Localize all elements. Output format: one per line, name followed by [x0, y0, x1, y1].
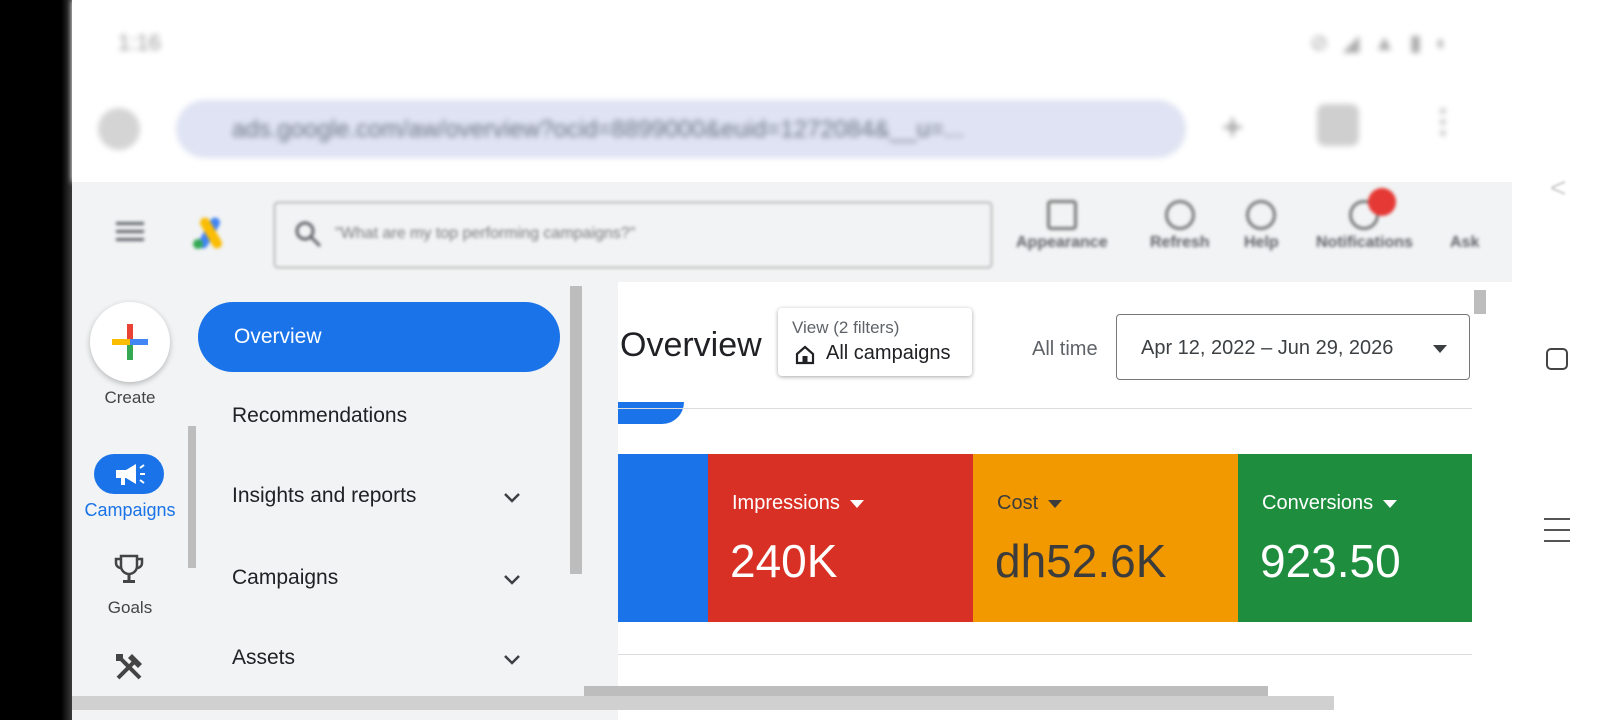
filter-count-label: View (2 filters)	[792, 318, 900, 337]
caret-down-icon	[1383, 499, 1398, 508]
address-bar[interactable]: ads.google.com/aw/overview?ocid=8899000&…	[176, 100, 1186, 158]
scorecard-conversions[interactable]: Conversions 923.50	[1238, 454, 1472, 622]
goals-rail-label[interactable]: Goals	[72, 598, 188, 618]
scorecard-value: 923.50	[1260, 535, 1401, 587]
vertical-scrollbar[interactable]	[1474, 290, 1486, 314]
campaigns-rail-label: Campaigns	[84, 500, 176, 520]
notifications-label: Notifications	[1316, 234, 1413, 251]
url-text: ads.google.com/aw/overview?ocid=8899000&…	[232, 116, 964, 143]
main-content: Overview View (2 filters) All campaigns …	[584, 282, 1512, 720]
partial-chip[interactable]	[618, 402, 684, 424]
scorecard-label[interactable]: Conversions	[1262, 492, 1398, 515]
scorecard-value: 240K	[730, 535, 838, 587]
filter-value: All campaigns	[826, 342, 951, 364]
help-button[interactable]: Help	[1244, 200, 1279, 252]
plus-icon	[112, 324, 148, 360]
date-preset-label: All time	[1032, 338, 1098, 360]
appearance-button[interactable]: Appearance	[1016, 200, 1108, 252]
chevron-down-icon[interactable]	[500, 648, 524, 672]
browser-chrome: 1:16 ⊘ ◢ ▲ ▮ ◐ ads.google.com/aw/overvie…	[72, 0, 1512, 182]
menu-lines-icon[interactable]	[1544, 518, 1570, 551]
hamburger-menu-icon[interactable]	[116, 222, 144, 242]
nav-item-campaigns[interactable]: Campaigns	[232, 566, 338, 590]
nav-item-assets[interactable]: Assets	[232, 646, 295, 670]
chevron-down-icon[interactable]	[500, 486, 524, 510]
nav-scrollbar[interactable]	[570, 286, 582, 574]
scorecard-label[interactable]: Cost	[997, 492, 1063, 515]
right-gutter: <	[1512, 0, 1600, 720]
app-topbar: "What are my top performing campaigns?" …	[72, 182, 1512, 282]
scorecard-clicks[interactable]	[618, 454, 708, 622]
refresh-icon	[1164, 200, 1195, 230]
status-icons: ⊘ ◢ ▲ ▮ ◐	[1310, 30, 1453, 55]
nav-item-insights[interactable]: Insights and reports	[232, 484, 416, 508]
help-icon	[1246, 200, 1277, 230]
ads-app: "What are my top performing campaigns?" …	[72, 182, 1512, 720]
tools-icon[interactable]	[112, 650, 146, 684]
page-title: Overview	[620, 326, 762, 364]
divider	[618, 654, 1472, 655]
date-range-picker[interactable]: Apr 12, 2022 – Jun 29, 2026	[1116, 314, 1470, 380]
google-ads-logo[interactable]	[190, 216, 230, 250]
campaigns-rail-button[interactable]	[94, 454, 164, 494]
caret-down-icon	[1433, 345, 1447, 353]
search-icon	[295, 221, 322, 248]
status-time: 1:16	[118, 30, 161, 55]
rail-scrollbar[interactable]	[188, 426, 196, 568]
new-tab-button[interactable]: +	[1222, 106, 1243, 148]
ask-button[interactable]: Ask	[1450, 200, 1510, 252]
scorecard-cost[interactable]: Cost dh52.6K	[973, 454, 1238, 622]
caret-down-icon	[849, 499, 864, 508]
scorecard-impressions[interactable]: Impressions 240K	[708, 454, 973, 622]
appearance-label: Appearance	[1016, 234, 1108, 251]
home-icon	[795, 345, 815, 365]
notifications-button[interactable]: Notifications	[1316, 200, 1413, 252]
appearance-icon	[1046, 200, 1077, 230]
site-info-icon[interactable]	[98, 108, 140, 150]
chevron-down-icon[interactable]	[500, 568, 524, 592]
trophy-icon[interactable]	[112, 552, 146, 586]
scorecard-label[interactable]: Impressions	[732, 492, 864, 515]
scorecards: Impressions 240K Cost dh52.6K Conversion…	[618, 454, 1472, 622]
tab-switcher-button[interactable]	[1317, 104, 1359, 146]
date-range-text: Apr 12, 2022 – Jun 29, 2026	[1141, 337, 1394, 359]
search-box[interactable]: "What are my top performing campaigns?"	[274, 202, 992, 268]
help-label: Help	[1244, 234, 1279, 251]
ask-label: Ask	[1450, 234, 1480, 251]
page-horizontal-scrollbar[interactable]	[72, 696, 1334, 710]
view-filter-button[interactable]: View (2 filters) All campaigns	[778, 308, 972, 376]
scorecard-value: dh52.6K	[995, 535, 1167, 587]
divider	[618, 408, 1472, 409]
megaphone-icon	[116, 464, 145, 485]
create-label: Create	[104, 388, 156, 407]
checkbox-icon[interactable]	[1546, 348, 1568, 370]
create-button[interactable]	[90, 302, 170, 382]
caret-down-icon	[1048, 499, 1063, 508]
browser-menu-button[interactable]: ⋮	[1427, 102, 1459, 140]
search-placeholder: "What are my top performing campaigns?"	[335, 225, 636, 242]
nav-item-recommendations[interactable]: Recommendations	[232, 404, 407, 428]
refresh-label: Refresh	[1150, 234, 1210, 251]
device-edge	[0, 0, 72, 720]
back-icon[interactable]: <	[1550, 172, 1566, 204]
nav-item-overview[interactable]: Overview	[198, 302, 560, 372]
refresh-button[interactable]: Refresh	[1150, 200, 1210, 252]
notification-badge	[1368, 188, 1396, 216]
